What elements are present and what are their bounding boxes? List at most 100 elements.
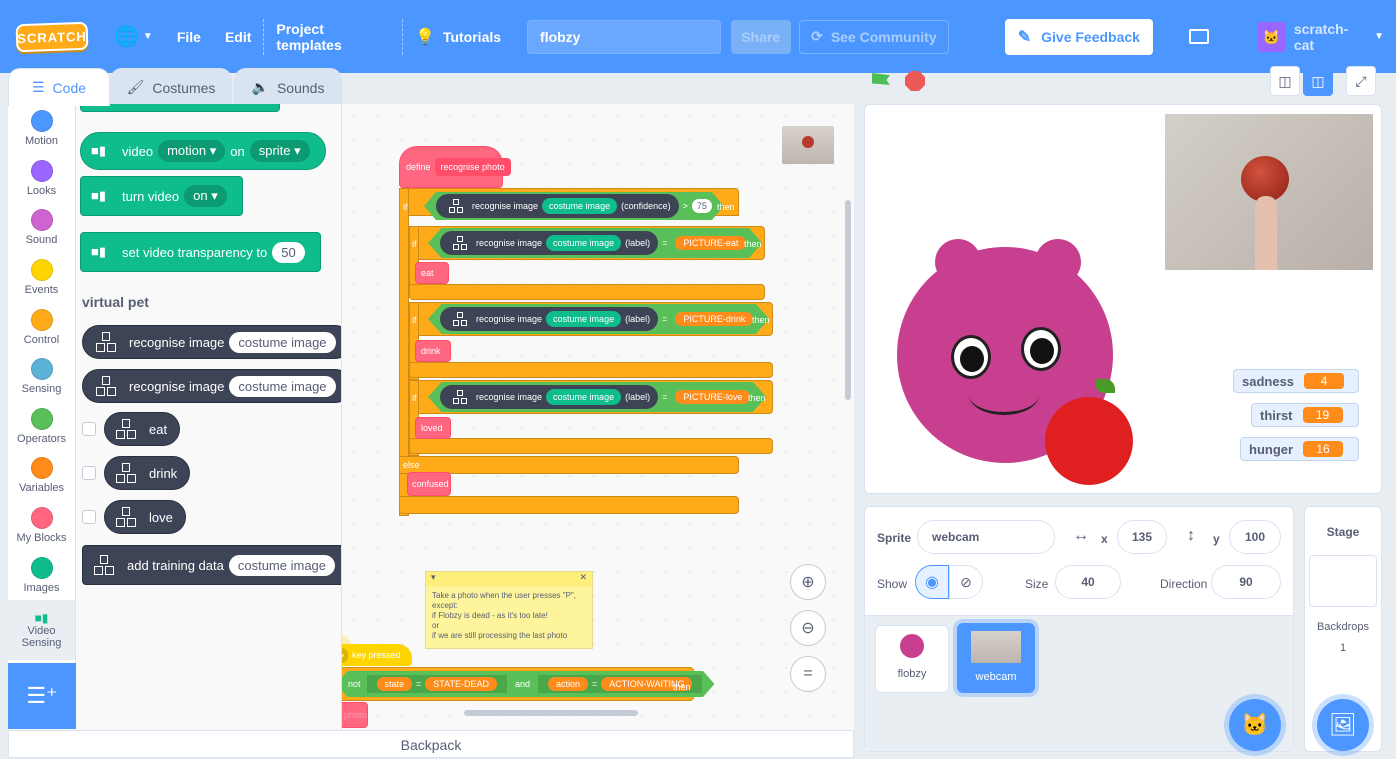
tab-sounds[interactable]: 🔈 Sounds: [234, 68, 342, 106]
see-community-button[interactable]: ⟳ See Community: [798, 19, 949, 54]
costume-image-reporter[interactable]: costume image: [229, 375, 336, 397]
category-video-sensing[interactable]: ■▮ Video Sensing: [8, 599, 75, 660]
state-variable[interactable]: state: [376, 677, 413, 691]
motion-dropdown[interactable]: motion ▾: [158, 140, 226, 162]
project-title-input[interactable]: flobzy: [527, 19, 721, 54]
stage-selector[interactable]: Stage Backdrops 1 🖼: [1304, 506, 1382, 752]
close-comment-icon[interactable]: ✕: [579, 572, 587, 586]
green-flag-button[interactable]: [868, 68, 894, 92]
category-control[interactable]: Control: [8, 302, 75, 352]
sprite-name-input[interactable]: webcam: [917, 520, 1055, 554]
category-sensing[interactable]: Sensing: [8, 352, 75, 402]
recognise-label-reporter[interactable]: recognise image costume image (label): [440, 307, 659, 331]
backpack[interactable]: Backpack: [8, 730, 854, 758]
state-dead-reporter[interactable]: STATE-DEAD: [425, 677, 497, 691]
costume-image-reporter[interactable]: costume image: [228, 554, 336, 576]
transparency-input[interactable]: 50: [272, 241, 305, 263]
palette-block-partial[interactable]: [80, 104, 280, 112]
love-label-block[interactable]: love: [104, 500, 186, 534]
recognise-confidence-reporter[interactable]: recognise image costume image (confidence): [436, 194, 679, 218]
recognise-label-reporter[interactable]: recognise image costume image (label): [440, 385, 659, 409]
threshold-input[interactable]: 75: [691, 199, 712, 213]
drink-label-block[interactable]: drink: [104, 456, 191, 490]
stage-thumbnail[interactable]: [1309, 555, 1377, 607]
show-sprite-button[interactable]: ◉: [915, 565, 949, 599]
file-menu[interactable]: File: [165, 0, 213, 73]
script-workspace[interactable]: define recognise photo if recognise imag…: [342, 104, 854, 730]
add-extension-button[interactable]: ☰⁺: [8, 663, 76, 729]
costume-image-reporter[interactable]: costume image: [542, 198, 618, 214]
flobzy-sprite-image[interactable]: [895, 235, 1135, 485]
category-operators[interactable]: Operators: [8, 402, 75, 452]
edit-menu[interactable]: Edit: [213, 0, 263, 73]
picture-eat-reporter[interactable]: PICTURE-eat: [675, 236, 747, 250]
turn-video-block[interactable]: ■▮ turn video on ▾: [80, 176, 243, 216]
thirst-monitor[interactable]: thirst 19: [1251, 403, 1359, 427]
sadness-monitor[interactable]: sadness 4: [1233, 369, 1359, 393]
loved-call-block[interactable]: loved: [415, 417, 451, 439]
fullscreen-button[interactable]: ⤢: [1346, 66, 1376, 96]
language-button[interactable]: 🌐 ▼: [102, 0, 165, 73]
equals-operator[interactable]: recognise image costume image (label) = PI…: [428, 304, 770, 334]
size-input[interactable]: 40: [1055, 565, 1121, 599]
give-feedback-button[interactable]: ✎ Give Feedback: [1004, 18, 1153, 55]
my-stuff-button[interactable]: [1177, 0, 1221, 73]
stage-canvas[interactable]: sadness 4 thirst 19 hunger 16: [864, 104, 1382, 494]
hide-sprite-button[interactable]: ⊘: [949, 565, 983, 599]
share-button[interactable]: Share: [730, 19, 791, 54]
category-my-blocks[interactable]: My Blocks: [8, 501, 75, 551]
hunger-monitor[interactable]: hunger 16: [1240, 437, 1359, 461]
choose-backdrop-button[interactable]: 🖼: [1317, 699, 1369, 751]
video-motion-block[interactable]: ■▮ video motion ▾ on sprite ▾: [80, 132, 326, 170]
category-images[interactable]: Images: [8, 550, 75, 600]
large-stage-button[interactable]: ◫: [1303, 66, 1333, 96]
tab-code[interactable]: ☰ Code: [8, 68, 110, 106]
greater-than-operator[interactable]: recognise image costume image (confidence)…: [424, 192, 724, 220]
tab-costumes[interactable]: 🖌 Costumes: [110, 68, 232, 106]
zoom-in-button[interactable]: ⊕: [790, 564, 826, 600]
costume-image-reporter[interactable]: costume image: [546, 235, 622, 251]
costume-image-reporter[interactable]: costume image: [546, 389, 622, 405]
eat-call-block[interactable]: eat: [415, 262, 449, 284]
not-operator[interactable]: not state = STATE-DEAD and action = ACTI…: [342, 671, 715, 697]
equals-operator[interactable]: recognise image costume image (label) = PI…: [428, 382, 767, 412]
costume-image-reporter[interactable]: costume image: [229, 331, 336, 353]
sprite-dropdown[interactable]: sprite ▾: [249, 140, 310, 162]
stop-button[interactable]: [904, 70, 926, 92]
horizontal-scrollbar[interactable]: [464, 710, 638, 716]
category-variables[interactable]: Variables: [8, 451, 75, 501]
scratch-logo[interactable]: SCRATCH: [15, 21, 89, 52]
account-menu[interactable]: 🐱 scratch-cat ▼: [1245, 0, 1396, 73]
video-state-dropdown[interactable]: on ▾: [184, 185, 227, 207]
collapse-comment-icon[interactable]: ▾: [431, 572, 436, 586]
define-block[interactable]: define recognise photo: [399, 146, 511, 188]
state-equals-operator[interactable]: state = STATE-DEAD: [366, 675, 507, 693]
costume-image-reporter[interactable]: costume image: [546, 311, 622, 327]
recognise-label-reporter[interactable]: recognise image costume image (label): [440, 231, 659, 255]
drink-checkbox[interactable]: [82, 466, 96, 480]
picture-love-reporter[interactable]: PICTURE-love: [675, 390, 751, 404]
tutorials-button[interactable]: 💡 Tutorials: [403, 0, 513, 73]
x-input[interactable]: 135: [1117, 520, 1167, 554]
y-input[interactable]: 100: [1229, 520, 1281, 554]
equals-operator[interactable]: recognise image costume image (label) = PI…: [428, 228, 763, 258]
picture-drink-reporter[interactable]: PICTURE-drink: [675, 312, 754, 326]
drink-call-block[interactable]: drink: [415, 340, 451, 362]
sprite-tile-webcam[interactable]: webcam: [957, 623, 1035, 693]
project-templates-menu[interactable]: Project templates: [264, 0, 402, 73]
zoom-reset-button[interactable]: =: [790, 656, 826, 692]
set-video-transparency-block[interactable]: ■▮ set video transparency to 50: [80, 232, 321, 272]
love-checkbox[interactable]: [82, 510, 96, 524]
recognise-image-label-block[interactable]: recognise image costume image: [82, 369, 341, 403]
category-looks[interactable]: Looks: [8, 154, 75, 204]
direction-input[interactable]: 90: [1211, 565, 1281, 599]
category-sound[interactable]: Sound: [8, 203, 75, 253]
take-photo-call-block[interactable]: take a photo: [342, 702, 368, 728]
category-motion[interactable]: Motion: [8, 104, 75, 154]
script-comment[interactable]: ▾ ✕ Take a photo when the user presses "P…: [425, 571, 593, 649]
sprite-tile-flobzy[interactable]: flobzy: [875, 625, 949, 693]
webcam-sprite-image[interactable]: [1165, 114, 1373, 270]
zoom-out-button[interactable]: ⊖: [790, 610, 826, 646]
category-events[interactable]: Events: [8, 253, 75, 303]
when-key-pressed-block[interactable]: when p▾ key pressed: [342, 644, 412, 666]
